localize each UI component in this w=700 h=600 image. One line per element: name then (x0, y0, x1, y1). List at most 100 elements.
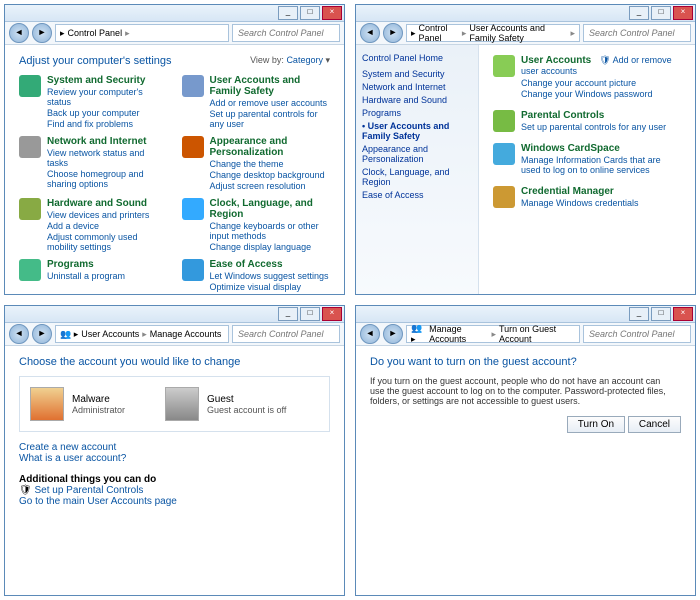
category-icon (19, 75, 41, 97)
category-item: Ease of AccessLet Windows suggest settin… (182, 259, 331, 293)
category-sublink[interactable]: Uninstall a program (47, 271, 125, 281)
sidebar-item[interactable]: • User Accounts and Family Safety (362, 121, 472, 141)
view-by[interactable]: View by: Category ▾ (250, 55, 330, 66)
sidebar-item[interactable]: Appearance and Personalization (362, 144, 472, 164)
sidebar: Control Panel Home System and Security Ne… (356, 45, 479, 294)
category-title[interactable]: Credential Manager (521, 186, 614, 197)
category-item: Hardware and SoundView devices and print… (19, 198, 168, 253)
main-accounts-link[interactable]: Go to the main User Accounts page (19, 496, 177, 507)
search-input[interactable] (232, 325, 340, 343)
category-item: Clock, Language, and RegionChange keyboa… (182, 198, 331, 253)
category-title[interactable]: Hardware and Sound (47, 198, 168, 209)
breadcrumb[interactable]: ▸Control Panel▸User Accounts and Family … (406, 24, 580, 42)
category-sublink[interactable]: Manage Information Cards that are used t… (521, 155, 681, 175)
forward-button[interactable]: ► (383, 23, 403, 43)
category-sublink[interactable]: Let Windows suggest settings (210, 271, 329, 281)
back-button[interactable]: ◄ (9, 324, 29, 344)
category-sublink[interactable]: Change keyboards or other input methods (210, 221, 331, 241)
minimize-button[interactable]: _ (278, 6, 298, 20)
category-sublink[interactable]: Change the theme (210, 159, 331, 169)
category-title[interactable]: Appearance and Personalization (210, 136, 331, 158)
category-item: System and SecurityReview your computer'… (19, 75, 168, 130)
close-button[interactable]: × (322, 307, 342, 321)
category-sublink[interactable]: View devices and printers (47, 210, 168, 220)
category-sublink[interactable]: Optimize visual display (210, 282, 329, 292)
turn-on-button[interactable]: Turn On (567, 416, 625, 433)
category-title[interactable]: Ease of Access (210, 259, 329, 270)
breadcrumb[interactable]: 👥 ▸User Accounts▸Manage Accounts (55, 325, 229, 343)
search-input[interactable] (583, 24, 691, 42)
sidebar-item[interactable]: System and Security (362, 69, 472, 79)
category-item: User Accounts🛡 Add or remove user accoun… (493, 55, 681, 100)
maximize-button[interactable]: □ (300, 6, 320, 20)
close-button[interactable]: × (322, 6, 342, 20)
nav-bar: ◄ ► ▸Control Panel▸ (5, 22, 344, 45)
maximize-button[interactable]: □ (651, 307, 671, 321)
category-item: Credential ManagerManage Windows credent… (493, 186, 681, 209)
maximize-button[interactable]: □ (300, 307, 320, 321)
search-input[interactable] (583, 325, 691, 343)
sidebar-item[interactable]: Ease of Access (362, 190, 472, 200)
category-sublink[interactable]: Set up parental controls for any user (521, 122, 666, 132)
sidebar-item[interactable]: Clock, Language, and Region (362, 167, 472, 187)
account-malware[interactable]: MalwareAdministrator (30, 387, 125, 421)
category-icon (493, 186, 515, 208)
category-icon (19, 259, 41, 281)
what-is-account-link[interactable]: What is a user account? (19, 453, 330, 464)
back-button[interactable]: ◄ (9, 23, 29, 43)
category-title[interactable]: Parental Controls (521, 110, 604, 121)
category-icon (19, 198, 41, 220)
forward-button[interactable]: ► (32, 324, 52, 344)
category-item: User Accounts and Family SafetyAdd or re… (182, 75, 331, 130)
category-title[interactable]: Programs (47, 259, 125, 270)
category-sublink[interactable]: Add a device (47, 221, 168, 231)
category-sublink[interactable]: Set up parental controls for any user (210, 109, 331, 129)
sidebar-home-link[interactable]: Control Panel Home (362, 53, 472, 63)
category-title[interactable]: System and Security (47, 75, 168, 86)
category-sublink[interactable]: Manage Windows credentials (521, 198, 639, 208)
category-title[interactable]: User Accounts (521, 55, 591, 66)
category-sublink[interactable]: Change your Windows password (521, 89, 681, 99)
breadcrumb[interactable]: ▸Control Panel▸ (55, 24, 229, 42)
close-button[interactable]: × (673, 6, 693, 20)
cancel-button[interactable]: Cancel (628, 416, 681, 433)
category-icon (182, 198, 204, 220)
category-sublink[interactable]: Change desktop background (210, 170, 331, 180)
category-sublink[interactable]: Add or remove user accounts (210, 98, 331, 108)
minimize-button[interactable]: _ (278, 307, 298, 321)
create-account-link[interactable]: Create a new account (19, 442, 330, 453)
category-title[interactable]: Network and Internet (47, 136, 168, 147)
sidebar-item[interactable]: Network and Internet (362, 82, 472, 92)
minimize-button[interactable]: _ (629, 307, 649, 321)
sidebar-item[interactable]: Hardware and Sound (362, 95, 472, 105)
category-sublink[interactable]: View network status and tasks (47, 148, 168, 168)
category-sublink[interactable]: Review your computer's status (47, 87, 168, 107)
nav-bar: ◄ ► 👥 ▸Manage Accounts▸Turn on Guest Acc… (356, 323, 695, 346)
category-sublink[interactable]: Change display language (210, 242, 331, 252)
page-title: Choose the account you would like to cha… (19, 356, 330, 368)
minimize-button[interactable]: _ (629, 6, 649, 20)
back-button[interactable]: ◄ (360, 324, 380, 344)
close-button[interactable]: × (673, 307, 693, 321)
window-turn-on-guest: _ □ × ◄ ► 👥 ▸Manage Accounts▸Turn on Gue… (355, 305, 696, 596)
category-title[interactable]: User Accounts and Family Safety (210, 75, 331, 97)
category-sublink[interactable]: Adjust screen resolution (210, 181, 331, 191)
search-input[interactable] (232, 24, 340, 42)
category-sublink[interactable]: Choose homegroup and sharing options (47, 169, 168, 189)
category-title[interactable]: Windows CardSpace (521, 143, 620, 154)
category-item: Parental ControlsSet up parental control… (493, 110, 681, 133)
category-sublink[interactable]: Find and fix problems (47, 119, 168, 129)
category-title[interactable]: Clock, Language, and Region (210, 198, 331, 220)
sidebar-item[interactable]: Programs (362, 108, 472, 118)
back-button[interactable]: ◄ (360, 23, 380, 43)
breadcrumb[interactable]: 👥 ▸Manage Accounts▸Turn on Guest Account (406, 325, 580, 343)
category-sublink[interactable]: Adjust commonly used mobility settings (47, 232, 168, 252)
parental-controls-link[interactable]: Set up Parental Controls (34, 485, 143, 496)
maximize-button[interactable]: □ (651, 6, 671, 20)
category-sublink[interactable]: Change your account picture (521, 78, 681, 88)
category-icon (182, 136, 204, 158)
forward-button[interactable]: ► (32, 23, 52, 43)
forward-button[interactable]: ► (383, 324, 403, 344)
account-guest[interactable]: GuestGuest account is off (165, 387, 286, 421)
category-sublink[interactable]: Back up your computer (47, 108, 168, 118)
